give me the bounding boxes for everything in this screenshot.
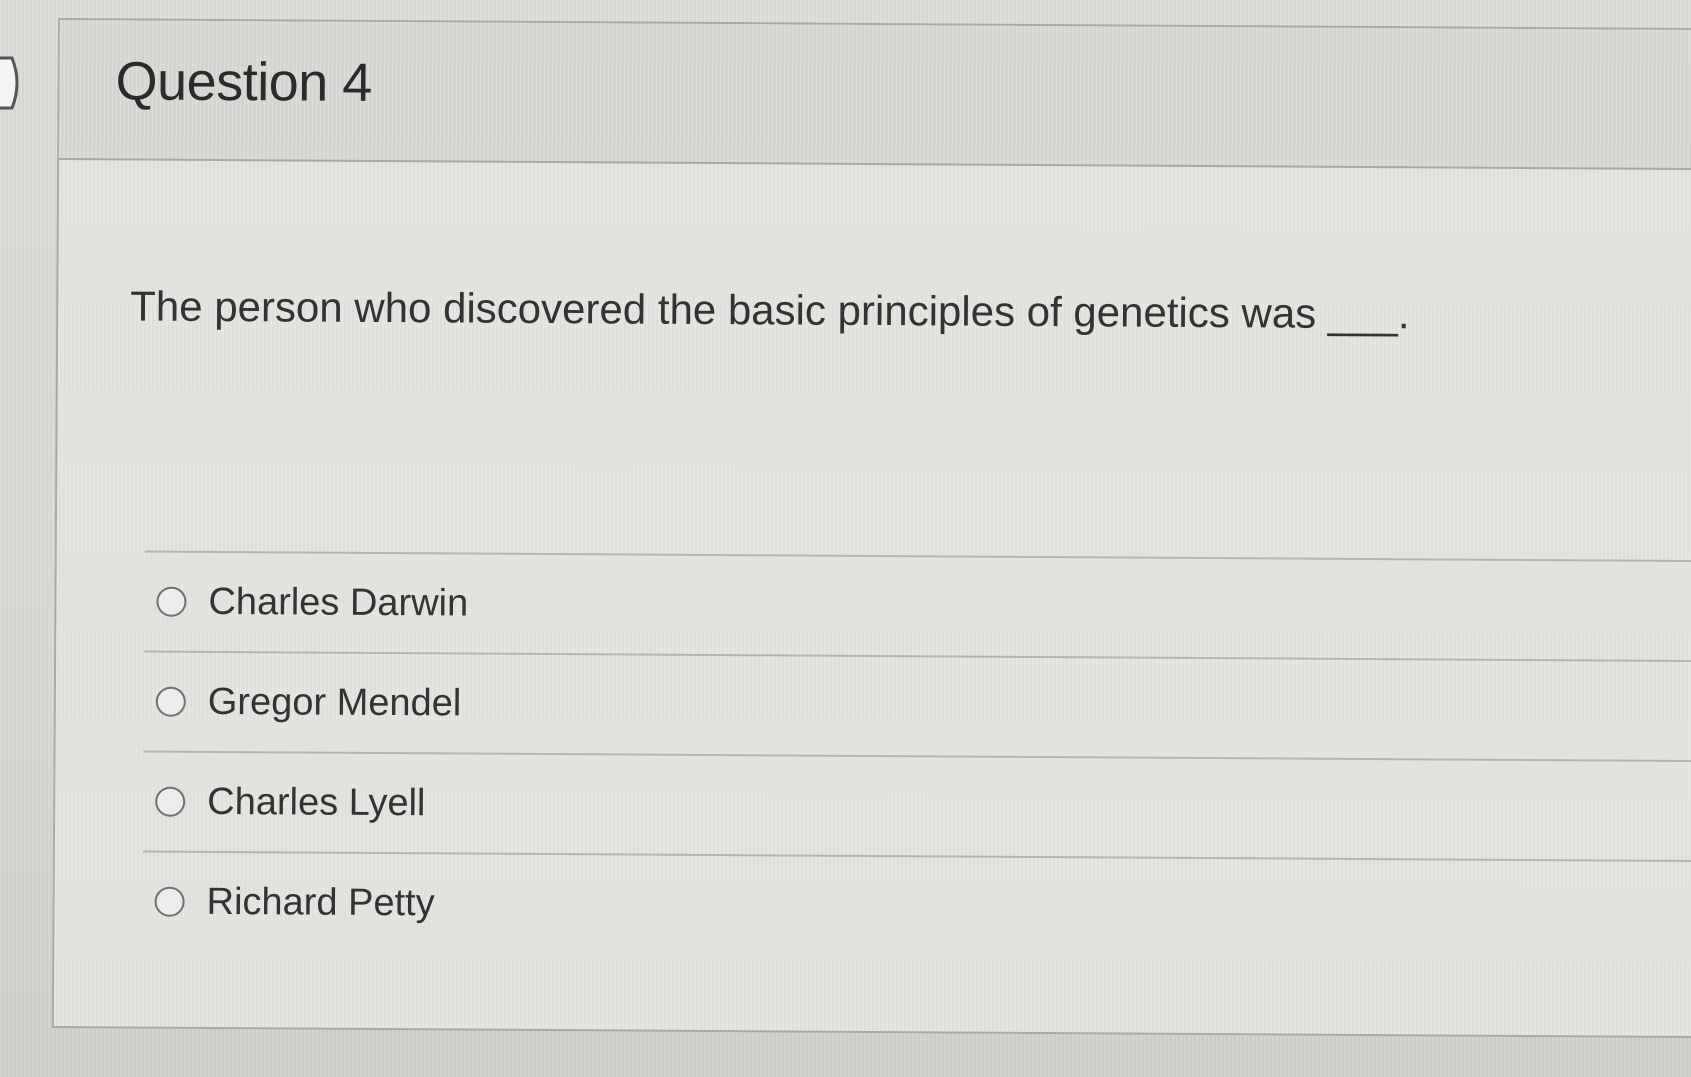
radio-unselected-icon[interactable] (156, 586, 187, 617)
answer-option-gregor-mendel[interactable]: Gregor Mendel (144, 653, 1691, 761)
question-title: Question 4 (115, 51, 372, 113)
answer-list: Charles Darwin Gregor Mendel Charles Lye… (142, 550, 1691, 961)
question-prompt: The person who discovered the basic prin… (130, 282, 1410, 338)
answer-label: Gregor Mendel (207, 680, 462, 724)
answer-label: Richard Petty (206, 880, 435, 924)
answer-label: Charles Lyell (207, 780, 426, 824)
answer-option-richard-petty[interactable]: Richard Petty (142, 853, 1691, 961)
chevron-right-icon[interactable] (0, 54, 24, 112)
radio-unselected-icon[interactable] (155, 686, 186, 717)
radio-unselected-icon[interactable] (155, 786, 186, 817)
question-header: Question 4 (59, 20, 1691, 171)
radio-unselected-icon[interactable] (154, 886, 185, 917)
answer-label: Charles Darwin (208, 580, 469, 625)
question-card: Question 4 The person who discovered the… (51, 18, 1691, 1039)
answer-option-charles-lyell[interactable]: Charles Lyell (143, 753, 1691, 861)
answer-option-charles-darwin[interactable]: Charles Darwin (144, 553, 1691, 661)
